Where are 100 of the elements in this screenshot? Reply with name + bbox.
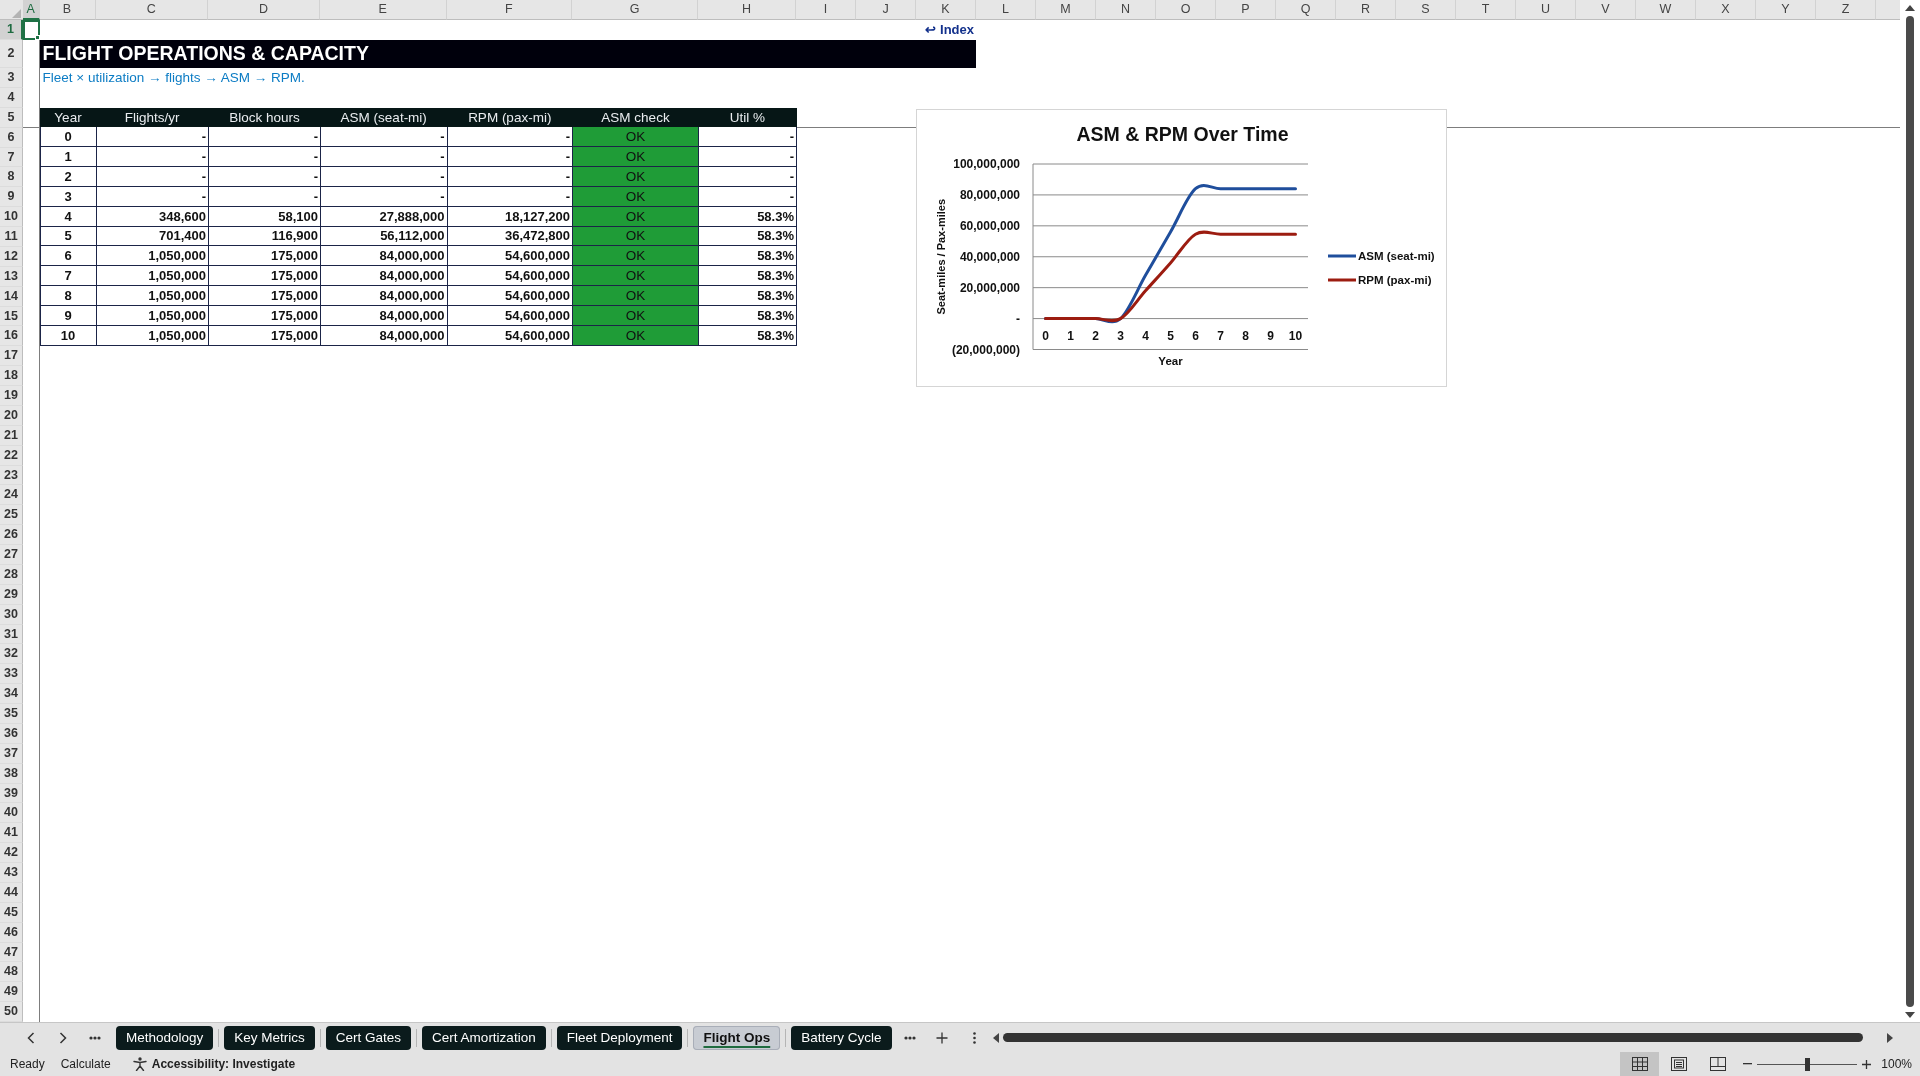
axis-title: Year <box>1158 354 1183 367</box>
table-cell: 1,050,000 <box>96 285 209 306</box>
tick-label: 40,000,000 <box>959 249 1020 264</box>
scroll-up-icon[interactable] <box>1905 5 1915 11</box>
tick-label: 3 <box>1117 328 1124 343</box>
row-header[interactable]: 42 <box>0 843 23 863</box>
row-header[interactable]: 25 <box>0 505 23 526</box>
more-icon[interactable] <box>903 1035 916 1040</box>
column-heading: RPM (pax-mi) <box>447 108 573 127</box>
tick-label: 100,000,000 <box>953 156 1020 171</box>
row-header[interactable]: 34 <box>0 684 23 704</box>
row-header[interactable]: 48 <box>0 962 23 983</box>
sheet-tab[interactable]: Methodology <box>116 1025 214 1050</box>
more-icon[interactable] <box>89 1035 101 1040</box>
chevron-left-icon[interactable] <box>27 1031 35 1044</box>
zoom-slider-thumb[interactable] <box>1804 1057 1810 1071</box>
row-header[interactable]: 17 <box>0 346 23 367</box>
row-header[interactable]: 47 <box>0 942 23 963</box>
row-header[interactable]: 15 <box>0 306 23 327</box>
table-cell: - <box>320 126 447 147</box>
table-cell: 7 <box>40 265 96 286</box>
row-header[interactable]: 40 <box>0 803 23 824</box>
table-cell: 56,112,000 <box>320 226 447 246</box>
row-header[interactable]: 32 <box>0 644 23 665</box>
row-header[interactable]: 24 <box>0 485 23 506</box>
row-header[interactable]: 37 <box>0 743 23 764</box>
row-header[interactable]: 7 <box>0 147 23 168</box>
row-header[interactable]: 33 <box>0 664 23 685</box>
sheet-tab[interactable]: Fleet Deployment <box>556 1025 683 1050</box>
column-heading: ASM (seat-mi) <box>320 108 447 127</box>
table-cell: - <box>208 186 321 207</box>
row-header[interactable]: 10 <box>0 207 23 227</box>
table-cell: 58,100 <box>208 206 321 226</box>
table-cell: - <box>447 146 573 167</box>
table-cell: - <box>96 166 209 187</box>
table-cell: 0 <box>40 126 96 147</box>
table-cell: 54,600,000 <box>447 285 573 306</box>
chevron-right-icon[interactable] <box>59 1031 67 1044</box>
table-cell: 58.3% <box>698 265 797 286</box>
row-header[interactable]: 50 <box>0 1002 23 1022</box>
row-header[interactable]: 18 <box>0 366 23 386</box>
scrollbar-thumb[interactable] <box>1002 1033 1863 1042</box>
table-cell: 1,050,000 <box>96 305 209 326</box>
axis-title: Seat-miles / Pax-miles <box>935 198 947 315</box>
row-header[interactable]: 5 <box>0 107 23 128</box>
accessibility-icon[interactable] <box>132 1057 147 1071</box>
table-cell: - <box>320 186 447 207</box>
zoom-in-icon[interactable] <box>1862 1059 1872 1069</box>
sheet-tab[interactable]: Cert Amortization <box>422 1025 546 1050</box>
scrollbar-thumb[interactable] <box>1906 16 1914 1007</box>
row-header[interactable]: 31 <box>0 624 23 645</box>
table-cell: 1,050,000 <box>96 265 209 286</box>
tick-label: 6 <box>1192 328 1199 343</box>
scroll-down-icon[interactable] <box>1905 1012 1915 1018</box>
table-cell: 175,000 <box>208 325 321 346</box>
table-cell: - <box>208 166 321 187</box>
zoom-level[interactable]: 100% <box>1881 1055 1912 1073</box>
row-header[interactable]: 35 <box>0 704 23 724</box>
table-cell: - <box>208 126 321 147</box>
sheet-tab[interactable]: Key Metrics <box>224 1025 315 1050</box>
row-header[interactable]: 45 <box>0 902 23 923</box>
row-header[interactable]: 3 <box>0 68 23 88</box>
table-cell: 701,400 <box>96 226 209 246</box>
row-header[interactable]: 1 <box>0 20 23 40</box>
tick-label: (20,000,000) <box>951 342 1020 357</box>
page-layout-icon[interactable] <box>1670 1057 1687 1071</box>
sheet-tab[interactable]: Cert Gates <box>325 1025 412 1050</box>
table-cell: 54,600,000 <box>447 265 573 286</box>
tick-label: 4 <box>1142 328 1149 343</box>
accessibility-status[interactable]: Accessibility: Investigate <box>151 1055 296 1073</box>
row-header[interactable]: 13 <box>0 266 23 287</box>
page-break-icon[interactable] <box>1709 1057 1726 1071</box>
row-header[interactable]: 49 <box>0 982 23 1003</box>
normal-view-icon[interactable] <box>1631 1057 1648 1071</box>
column-header[interactable]: A <box>23 0 40 20</box>
sheet-tab[interactable]: Battery Cycle <box>791 1025 892 1050</box>
row-header[interactable]: 16 <box>0 326 23 347</box>
row-header[interactable]: 41 <box>0 823 23 844</box>
row-header[interactable]: 8 <box>0 167 23 188</box>
plus-icon[interactable] <box>935 1031 948 1044</box>
row-header[interactable]: 19 <box>0 386 23 406</box>
table-cell: 58.3% <box>698 325 797 346</box>
scroll-right-icon[interactable] <box>1887 1032 1893 1043</box>
table-cell: 84,000,000 <box>320 305 447 326</box>
sheet-tab[interactable]: Flight Ops <box>693 1025 781 1050</box>
scroll-left-icon[interactable] <box>992 1032 999 1043</box>
row-header[interactable]: 29 <box>0 584 23 605</box>
row-header[interactable]: 43 <box>0 863 23 883</box>
sheet-title: FLIGHT OPERATIONS & CAPACITY <box>39 39 976 68</box>
row-header[interactable]: 2 <box>0 39 23 68</box>
table-cell: - <box>698 126 797 147</box>
row-header[interactable]: 21 <box>0 425 23 446</box>
vertical-dots-icon[interactable] <box>972 1031 976 1044</box>
row-header[interactable]: 23 <box>0 465 23 486</box>
row-header[interactable]: 11 <box>0 227 23 247</box>
row-header[interactable]: 39 <box>0 783 23 804</box>
index-link[interactable]: ↩ Index <box>925 20 974 40</box>
row-header[interactable]: 9 <box>0 187 23 208</box>
row-header[interactable]: 26 <box>0 525 23 545</box>
row-header[interactable]: 27 <box>0 545 23 565</box>
